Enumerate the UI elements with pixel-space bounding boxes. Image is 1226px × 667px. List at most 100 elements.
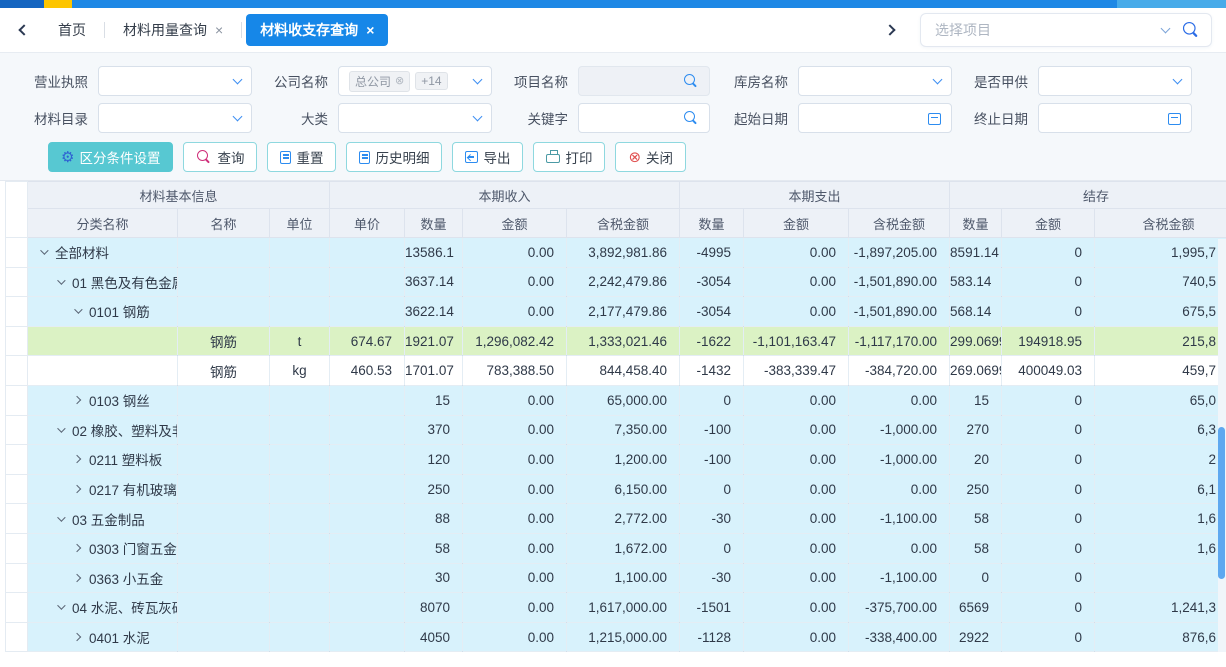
table-row[interactable]: 钢筋kg460.531701.07783,388.50844,458.40-14…	[6, 356, 1226, 386]
category-cell[interactable]: 01 黑色及有色金属	[28, 267, 178, 297]
category-cell[interactable]: 0401 水泥	[28, 622, 178, 652]
expand-chevron-icon[interactable]	[57, 602, 65, 610]
column-header[interactable]: 单位	[270, 209, 330, 238]
filter-warehouse-name[interactable]	[798, 66, 952, 96]
category-cell[interactable]	[28, 326, 178, 356]
print-button[interactable]: 打印	[533, 142, 605, 172]
column-group-header: 本期支出	[680, 182, 950, 209]
search-icon[interactable]	[683, 110, 699, 126]
table-row[interactable]: 03 五金制品880.002,772.00-300.00-1,100.00580…	[6, 504, 1226, 534]
filter-major-category[interactable]	[338, 103, 492, 133]
reset-button[interactable]: 重置	[267, 142, 336, 172]
table-row[interactable]: 0401 水泥40500.001,215,000.00-11280.00-338…	[6, 622, 1226, 652]
column-header[interactable]: 含税金额	[567, 209, 680, 238]
category-cell[interactable]: 0217 有机玻璃	[28, 474, 178, 504]
filter-business-license[interactable]	[98, 66, 252, 96]
collapse-chevron-icon[interactable]	[73, 633, 81, 641]
table-row[interactable]: 01 黑色及有色金属3637.140.002,242,479.86-30540.…	[6, 267, 1226, 297]
table-row[interactable]: 02 橡胶、塑料及非金3700.007,350.00-1000.00-1,000…	[6, 415, 1226, 445]
collapse-chevron-icon[interactable]	[73, 396, 81, 404]
filter-keyword[interactable]	[578, 103, 710, 133]
filter-material-catalog[interactable]	[98, 103, 252, 133]
category-cell[interactable]: 02 橡胶、塑料及非金	[28, 415, 178, 445]
chevron-down-icon[interactable]	[1161, 24, 1171, 34]
category-cell[interactable]: 0303 门窗五金	[28, 533, 178, 563]
calendar-icon[interactable]	[928, 112, 941, 125]
table-row[interactable]: 0303 门窗五金580.001,672.0000.000.005801,6	[6, 533, 1226, 563]
table-row[interactable]: 0217 有机玻璃2500.006,150.0000.000.0025006,1	[6, 474, 1226, 504]
column-header[interactable]: 含税金额	[1095, 209, 1226, 238]
chevron-down-icon[interactable]	[233, 112, 243, 122]
column-header[interactable]: 含税金额	[849, 209, 950, 238]
expand-chevron-icon[interactable]	[57, 276, 65, 284]
column-header[interactable]: 数量	[680, 209, 744, 238]
expand-chevron-icon[interactable]	[40, 247, 48, 255]
filter-project-name[interactable]	[578, 66, 710, 96]
column-header[interactable]: 分类名称	[28, 209, 178, 238]
data-cell	[178, 267, 270, 297]
tabs-scroll-right-icon[interactable]	[882, 19, 904, 41]
data-cell: 88	[405, 504, 463, 534]
column-header[interactable]: 单价	[330, 209, 405, 238]
table-row[interactable]: 0103 钢丝150.0065,000.0000.000.0015065,0	[6, 385, 1226, 415]
table-row[interactable]: 全部材料13586.10.003,892,981.86-49950.00-1,8…	[6, 238, 1226, 268]
calendar-icon[interactable]	[1168, 112, 1181, 125]
category-cell[interactable]: 0211 塑料板	[28, 445, 178, 475]
chevron-down-icon[interactable]	[933, 75, 943, 85]
category-cell[interactable]: 0363 小五金	[28, 563, 178, 593]
column-header[interactable]: 金额	[744, 209, 849, 238]
table-row[interactable]: 0211 塑料板1200.001,200.00-1000.00-1,000.00…	[6, 445, 1226, 475]
expand-chevron-icon[interactable]	[57, 424, 65, 432]
chevron-down-icon[interactable]	[473, 75, 483, 85]
table-row[interactable]: 0101 钢筋3622.140.002,177,479.86-30540.00-…	[6, 297, 1226, 327]
query-button[interactable]: 查询	[183, 142, 257, 172]
column-header[interactable]: 数量	[950, 209, 1002, 238]
category-cell[interactable]	[28, 356, 178, 386]
close-button[interactable]: ⊗关闭	[615, 142, 686, 172]
collapse-chevron-icon[interactable]	[73, 485, 81, 493]
filter-label-business-license: 营业执照	[10, 71, 98, 91]
filter-end-date[interactable]	[1038, 103, 1192, 133]
export-button[interactable]: 导出	[452, 142, 523, 172]
tab-material-usage-query[interactable]: 材料用量查询×	[109, 14, 237, 46]
collapse-chevron-icon[interactable]	[73, 455, 81, 463]
tabs-scroll-left-icon[interactable]	[12, 19, 34, 41]
data-cell: 58	[950, 504, 1002, 534]
chevron-down-icon[interactable]	[473, 112, 483, 122]
collapse-chevron-icon[interactable]	[73, 544, 81, 552]
chevron-down-icon[interactable]	[233, 75, 243, 85]
table-row[interactable]: 04 水泥、砖瓦灰砂80700.001,617,000.00-15010.00-…	[6, 593, 1226, 623]
category-cell[interactable]: 04 水泥、砖瓦灰砂	[28, 593, 178, 623]
column-header[interactable]: 数量	[405, 209, 463, 238]
condition-settings-button[interactable]: ⚙区分条件设置	[48, 142, 173, 172]
filter-company-name[interactable]: 总公司⊗+14	[338, 66, 492, 96]
project-select[interactable]: 选择项目	[920, 13, 1212, 47]
column-header[interactable]: 金额	[463, 209, 567, 238]
table-row[interactable]: 0363 小五金300.001,100.00-300.00-1,100.0000	[6, 563, 1226, 593]
category-cell[interactable]: 全部材料	[28, 238, 178, 268]
column-header[interactable]: 金额	[1002, 209, 1095, 238]
header-columns-row: 分类名称名称单位单价数量金额含税金额数量金额含税金额数量金额含税金额	[6, 209, 1226, 238]
history-detail-button[interactable]: 历史明细	[346, 142, 442, 172]
filter-start-date[interactable]	[798, 103, 952, 133]
chevron-down-icon[interactable]	[1173, 75, 1183, 85]
search-icon[interactable]	[683, 73, 699, 89]
close-icon[interactable]: ×	[215, 23, 223, 37]
search-icon[interactable]	[1182, 21, 1200, 39]
tag-remove-icon[interactable]: ⊗	[395, 76, 404, 87]
expand-chevron-icon[interactable]	[57, 513, 65, 521]
category-cell[interactable]: 03 五金制品	[28, 504, 178, 534]
expand-chevron-icon[interactable]	[74, 306, 82, 314]
collapse-chevron-icon[interactable]	[73, 574, 81, 582]
category-cell[interactable]: 0101 钢筋	[28, 297, 178, 327]
tab-material-io-balance-query[interactable]: 材料收支存查询×	[246, 14, 388, 46]
category-cell[interactable]: 0103 钢丝	[28, 385, 178, 415]
close-icon[interactable]: ×	[366, 23, 374, 37]
column-header[interactable]: 名称	[178, 209, 270, 238]
data-cell: 194918.95	[1002, 326, 1095, 356]
vertical-scrollbar-thumb[interactable]	[1218, 427, 1225, 579]
tab-home[interactable]: 首页	[44, 14, 100, 46]
table-row[interactable]: 钢筋t674.671921.071,296,082.421,333,021.46…	[6, 326, 1226, 356]
row-gutter	[6, 563, 28, 593]
filter-owner-supplied[interactable]	[1038, 66, 1192, 96]
